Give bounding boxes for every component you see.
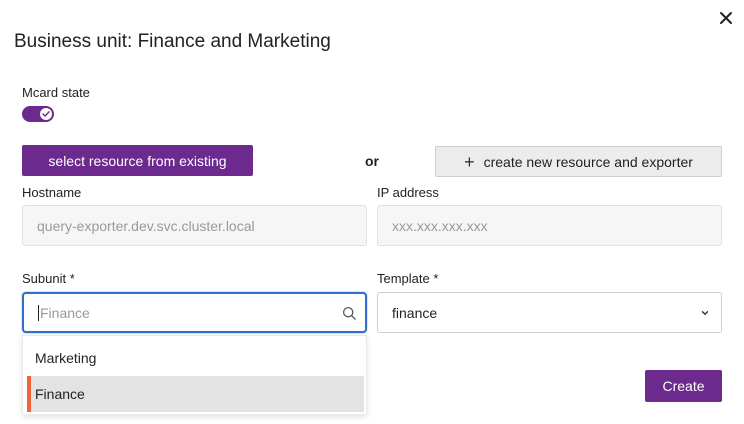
- search-icon: [342, 306, 356, 320]
- subunit-dropdown: Marketing Finance: [22, 335, 367, 415]
- close-button[interactable]: [716, 8, 736, 28]
- option-label: Finance: [35, 386, 85, 402]
- dialog-title: Business unit: Finance and Marketing: [14, 31, 331, 52]
- subunit-option-finance[interactable]: Finance: [27, 376, 364, 412]
- check-icon: [42, 111, 50, 117]
- template-value: finance: [392, 304, 438, 321]
- create-new-resource-button[interactable]: + create new resource and exporter: [435, 146, 722, 177]
- mcard-state-label: Mcard state: [22, 85, 90, 100]
- ip-address-label: IP address: [377, 185, 439, 200]
- create-button[interactable]: Create: [645, 370, 722, 402]
- subunit-combobox[interactable]: [22, 292, 367, 333]
- plus-icon: +: [464, 151, 475, 172]
- mcard-state-toggle[interactable]: [22, 106, 54, 122]
- ip-address-placeholder: xxx.xxx.xxx.xxx: [392, 217, 488, 234]
- template-label: Template *: [377, 271, 439, 286]
- subunit-option-marketing[interactable]: Marketing: [27, 340, 364, 376]
- template-select[interactable]: finance: [377, 292, 722, 333]
- chevron-down-icon: [701, 311, 709, 315]
- create-new-resource-label: create new resource and exporter: [483, 153, 693, 170]
- ip-address-field[interactable]: xxx.xxx.xxx.xxx: [377, 205, 722, 246]
- toggle-knob: [40, 108, 52, 120]
- hostname-placeholder: query-exporter.dev.svc.cluster.local: [37, 217, 255, 234]
- subunit-label: Subunit *: [22, 271, 75, 286]
- select-resource-button[interactable]: select resource from existing: [22, 145, 253, 176]
- subunit-search-input[interactable]: [40, 304, 320, 321]
- hostname-label: Hostname: [22, 185, 82, 200]
- text-caret: [38, 304, 39, 321]
- hostname-field[interactable]: query-exporter.dev.svc.cluster.local: [22, 205, 367, 246]
- or-separator: or: [365, 153, 379, 169]
- close-icon: [720, 12, 732, 24]
- option-label: Marketing: [35, 350, 97, 366]
- selected-indicator: [27, 376, 31, 412]
